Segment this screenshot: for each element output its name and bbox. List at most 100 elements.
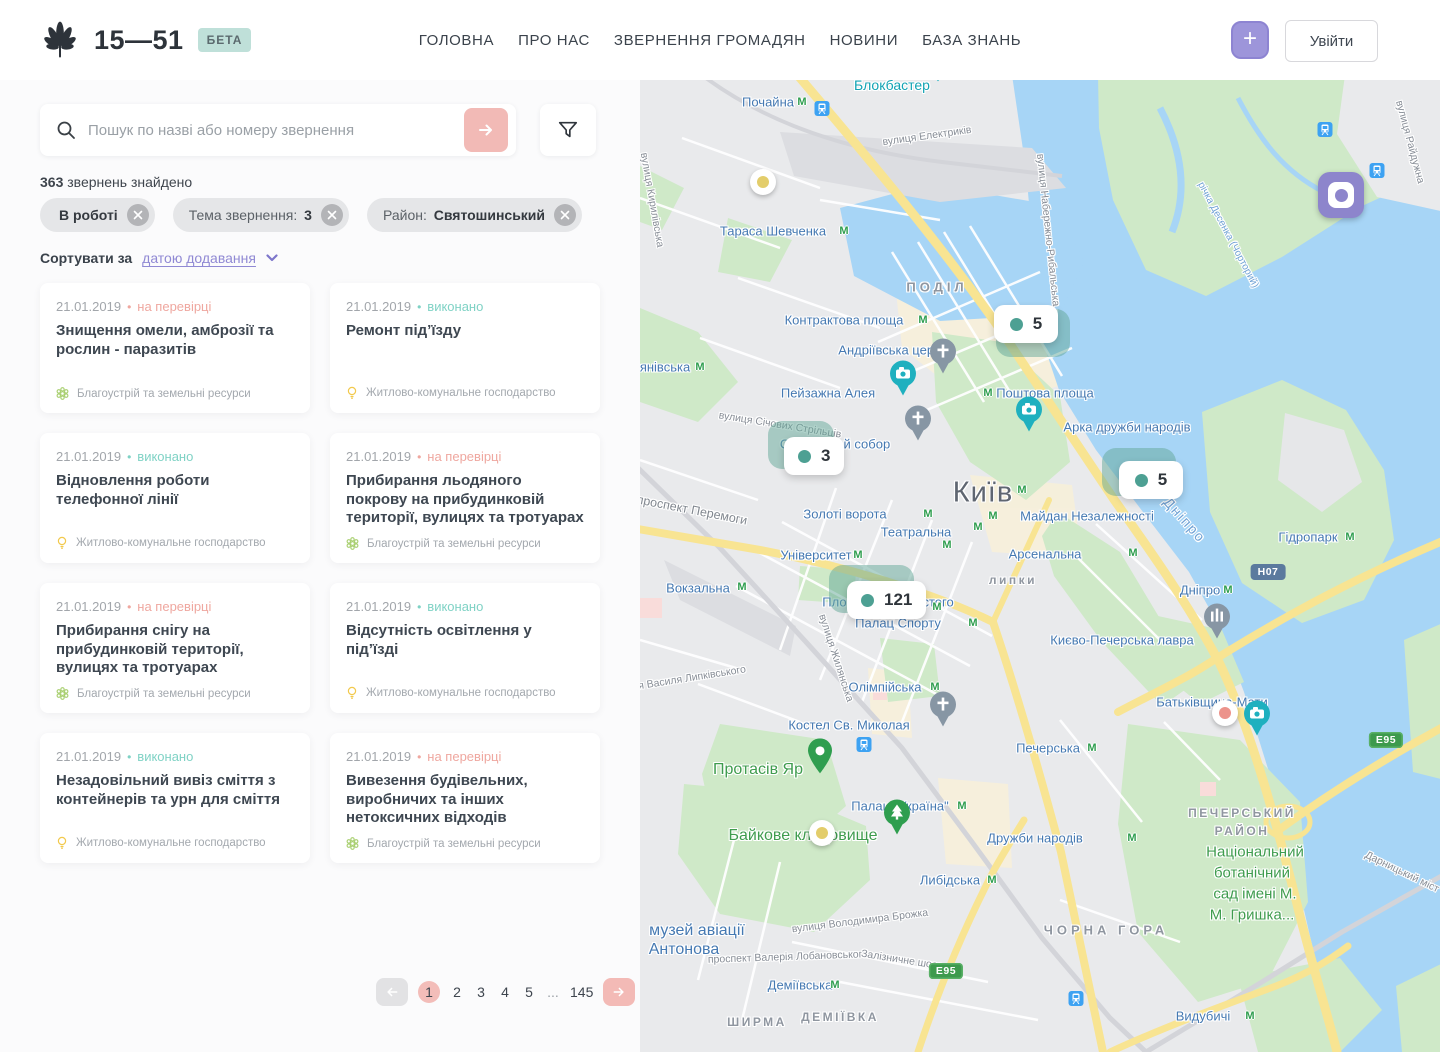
filter-chip[interactable]: Тема звернення: 3 xyxy=(173,198,349,232)
appeal-card[interactable]: 21.01.2019•на перевірціПрибирання снігу … xyxy=(40,583,310,713)
appeal-card[interactable]: 21.01.2019•виконаноВідсутність освітленн… xyxy=(330,583,600,713)
pagination-next-button[interactable] xyxy=(603,978,635,1006)
page-number[interactable]: 2 xyxy=(450,984,464,1000)
sort-value-link[interactable]: датою додавання xyxy=(142,250,256,266)
camera-pin[interactable] xyxy=(1014,395,1044,433)
drop-green-pin[interactable] xyxy=(807,738,833,774)
add-appeal-button[interactable]: + xyxy=(1231,21,1269,59)
map-label: Дарницький міст xyxy=(1363,849,1440,895)
nav-item-about[interactable]: ПРО НАС xyxy=(518,32,590,49)
dot-marker[interactable] xyxy=(750,169,776,195)
appeal-card[interactable]: 21.01.2019•виконаноВідновлення роботи те… xyxy=(40,433,310,563)
cluster-dot xyxy=(861,594,874,607)
camera-pin[interactable] xyxy=(888,359,918,397)
pagination-prev-button[interactable] xyxy=(376,978,408,1006)
page-number[interactable]: 1 xyxy=(418,981,440,1003)
map[interactable]: ПочайнаБлокбастервулиця Електриківвулиця… xyxy=(640,80,1440,1052)
cluster-marker[interactable]: 5 xyxy=(994,305,1058,343)
nav-item-knowledge-base[interactable]: БАЗА ЗНАНЬ xyxy=(922,32,1021,49)
map-label: Видубичі xyxy=(1176,1009,1231,1024)
filter-button[interactable] xyxy=(540,104,596,156)
church-pin[interactable] xyxy=(903,404,933,442)
metro-icon: М xyxy=(968,617,977,629)
search-submit-button[interactable] xyxy=(464,108,508,152)
logo[interactable]: 15—51 БЕТА xyxy=(40,19,251,61)
map-label: вулиця Райдужна xyxy=(1393,99,1427,185)
chevron-down-icon[interactable] xyxy=(266,254,278,262)
cluster-pill[interactable]: 3 xyxy=(784,437,844,475)
page-number[interactable]: 4 xyxy=(498,984,512,1000)
appeal-card[interactable]: 21.01.2019•на перевірціВивезення будівел… xyxy=(330,733,600,863)
status-badge: виконано xyxy=(137,749,193,764)
appeal-category: Благоустрій та земельні ресурси xyxy=(346,537,590,550)
appeal-card[interactable]: 21.01.2019•на перевірціПрибирання льодян… xyxy=(330,433,600,563)
appeals-panel: 363 звернень знайдено В роботіТема зверн… xyxy=(0,80,640,1052)
metro-icon: М xyxy=(737,581,746,593)
cluster-dot xyxy=(798,450,811,463)
map-label: ЧОРНА ГОРА xyxy=(1044,923,1169,938)
header: 15—51 БЕТА ГОЛОВНА ПРО НАС ЗВЕРНЕННЯ ГРОМА… xyxy=(0,0,1440,80)
map-label: проспект Перемоги xyxy=(640,492,748,527)
status-bullet: • xyxy=(417,750,421,764)
filter-chip-value: В роботі xyxy=(59,207,118,223)
dot-marker[interactable] xyxy=(809,820,835,846)
map-label: РАЙОН xyxy=(1215,824,1270,838)
search-input[interactable] xyxy=(86,121,464,140)
drop-teal-pin[interactable] xyxy=(925,80,951,82)
cluster-count: 5 xyxy=(1033,314,1042,334)
status-bullet: • xyxy=(127,450,131,464)
status-bullet: • xyxy=(417,450,421,464)
appeal-meta: 21.01.2019•виконано xyxy=(56,449,294,464)
selected-place-marker-inner xyxy=(1328,182,1354,208)
filter-chip-value: 3 xyxy=(304,207,312,223)
dot-marker-dot xyxy=(1219,707,1231,719)
appeal-date: 21.01.2019 xyxy=(346,599,411,614)
nav-item-appeals[interactable]: ЗВЕРНЕННЯ ГРОМАДЯН xyxy=(614,32,806,49)
cluster-pill[interactable]: 5 xyxy=(1119,461,1183,499)
page-number[interactable]: 3 xyxy=(474,984,488,1000)
appeal-card[interactable]: 21.01.2019•виконаноРемонт під’їздуЖитлов… xyxy=(330,283,600,413)
status-bullet: • xyxy=(417,600,421,614)
cluster-marker[interactable]: 3 xyxy=(784,437,844,475)
cluster-marker[interactable]: 121 xyxy=(847,581,926,619)
map-label: Костел Св. Миколая xyxy=(788,718,909,733)
cluster-pill[interactable]: 121 xyxy=(847,581,926,619)
selected-place-marker[interactable] xyxy=(1318,172,1364,218)
church-pin[interactable] xyxy=(928,337,958,375)
chip-remove-icon[interactable] xyxy=(321,204,343,226)
chip-remove-icon[interactable] xyxy=(127,204,149,226)
tree-pin[interactable] xyxy=(882,798,912,836)
filter-chip[interactable]: В роботі xyxy=(40,198,155,232)
cluster-marker[interactable]: 5 xyxy=(1119,461,1183,499)
bulb-icon xyxy=(56,836,68,850)
church-pin[interactable] xyxy=(928,690,958,728)
map-label: Арка дружби народів xyxy=(1063,420,1190,435)
appeal-date: 21.01.2019 xyxy=(56,449,121,464)
appeal-category-label: Благоустрій та земельні ресурси xyxy=(77,688,251,700)
map-label: Дніпро xyxy=(1160,494,1209,546)
chip-remove-icon[interactable] xyxy=(554,204,576,226)
appeal-category: Житлово-комунальне господарство xyxy=(346,686,590,700)
metro-icon: М xyxy=(988,510,997,522)
appeal-card[interactable]: 21.01.2019•виконаноНезадовільний вивіз с… xyxy=(40,733,310,863)
map-label: Контрактова площа xyxy=(785,313,904,328)
beta-badge: БЕТА xyxy=(198,28,252,52)
map-label: ботанічний xyxy=(1214,865,1290,882)
camera-pin[interactable] xyxy=(1242,699,1272,737)
cluster-pill[interactable]: 5 xyxy=(994,305,1058,343)
appeal-card[interactable]: 21.01.2019•на перевірціЗнищення омели, а… xyxy=(40,283,310,413)
appeal-category: Житлово-комунальне господарство xyxy=(346,386,590,400)
nav-item-home[interactable]: ГОЛОВНА xyxy=(419,32,494,49)
login-button[interactable]: Увійти xyxy=(1285,20,1378,62)
metro-icon: М xyxy=(839,225,848,237)
nav-item-news[interactable]: НОВИНИ xyxy=(830,32,899,49)
appeal-category-label: Житлово-комунальне господарство xyxy=(366,687,556,699)
lavra-pin[interactable] xyxy=(1202,602,1232,640)
page-number[interactable]: 145 xyxy=(570,984,593,1000)
dot-marker[interactable] xyxy=(1212,700,1238,726)
map-label: Печерська xyxy=(1016,741,1080,756)
page-number[interactable]: 5 xyxy=(522,984,536,1000)
map-label: Театральна xyxy=(881,525,952,540)
filter-chip[interactable]: Район: Святошинський xyxy=(367,198,582,232)
appeal-meta: 21.01.2019•на перевірці xyxy=(346,449,584,464)
